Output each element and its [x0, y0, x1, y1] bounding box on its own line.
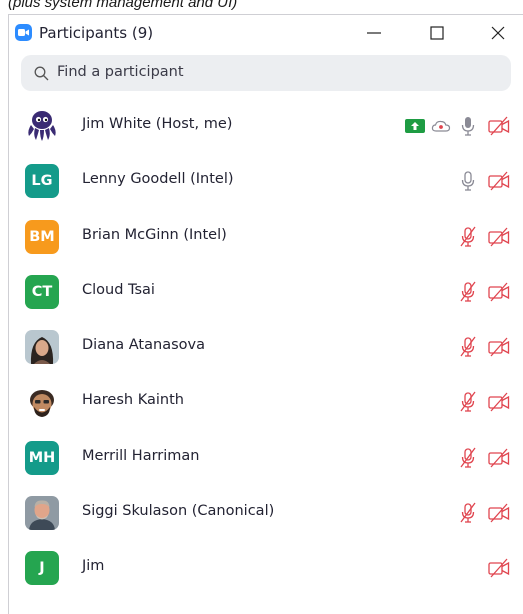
video-off-icon[interactable] [487, 335, 511, 363]
title-bar[interactable]: Participants (9) [9, 15, 523, 51]
video-off-icon[interactable] [487, 169, 511, 197]
video-off-icon[interactable] [487, 114, 511, 142]
screen-share-icon[interactable] [405, 114, 425, 142]
initials-avatar: J [25, 551, 59, 586]
participant-name: Brian McGinn (Intel) [82, 226, 227, 243]
microphone-muted-icon[interactable] [459, 501, 477, 529]
octopus-avatar [25, 109, 59, 143]
microphone-muted-icon[interactable] [459, 225, 477, 253]
participant-row[interactable]: J Jim [9, 541, 523, 596]
participant-row[interactable]: Siggi Skulason (Canonical) [9, 486, 523, 541]
video-off-icon[interactable] [487, 446, 511, 474]
participant-name: Haresh Kainth [82, 392, 184, 409]
maximize-button[interactable] [414, 19, 460, 47]
participant-row[interactable]: Haresh Kainth [9, 375, 523, 430]
participant-name: Cloud Tsai [82, 281, 155, 298]
search-placeholder: Find a participant [57, 64, 184, 80]
participant-row[interactable]: BM Brian McGinn (Intel) [9, 210, 523, 265]
photo-avatar [25, 496, 59, 531]
participant-list: Jim White (Host, me) LG Lenny Goodell (I… [9, 99, 523, 597]
cloud-recording-icon [431, 114, 451, 142]
video-off-icon[interactable] [487, 280, 511, 308]
participant-row[interactable]: MH Merrill Harriman [9, 431, 523, 486]
close-button[interactable] [475, 19, 521, 47]
participant-row[interactable]: Diana Atanasova [9, 320, 523, 375]
participant-name: Jim [82, 558, 105, 575]
microphone-icon[interactable] [459, 114, 477, 142]
video-off-icon[interactable] [487, 556, 511, 584]
search-icon [34, 66, 49, 81]
participant-name: Siggi Skulason (Canonical) [82, 503, 275, 520]
video-off-icon[interactable] [487, 501, 511, 529]
participant-row[interactable]: LG Lenny Goodell (Intel) [9, 154, 523, 209]
microphone-muted-icon[interactable] [459, 446, 477, 474]
minimize-button[interactable] [351, 19, 397, 47]
microphone-muted-icon[interactable] [459, 335, 477, 363]
participant-name: Lenny Goodell (Intel) [82, 171, 234, 188]
participant-name: Jim White (Host, me) [82, 116, 233, 132]
microphone-muted-icon[interactable] [459, 390, 477, 418]
photo-avatar [25, 330, 59, 365]
initials-avatar: MH [25, 440, 59, 475]
maximize-icon [430, 26, 444, 40]
memoji-avatar [25, 385, 59, 420]
participant-row[interactable]: CT Cloud Tsai [9, 265, 523, 320]
initials-avatar: BM [25, 219, 59, 254]
participant-name: Merrill Harriman [82, 447, 200, 464]
participant-row[interactable]: Jim White (Host, me) [9, 99, 523, 154]
search-input[interactable]: Find a participant [21, 55, 511, 91]
zoom-app-icon [15, 24, 32, 41]
initials-avatar: LG [25, 164, 59, 199]
video-off-icon[interactable] [487, 225, 511, 253]
window-title: Participants (9) [39, 24, 154, 42]
close-icon [491, 26, 505, 40]
participants-window: Participants (9) Find a participant Jim … [8, 14, 523, 614]
participant-name: Diana Atanasova [82, 337, 205, 354]
microphone-muted-icon[interactable] [459, 280, 477, 308]
video-off-icon[interactable] [487, 390, 511, 418]
microphone-icon[interactable] [459, 169, 477, 197]
initials-avatar: CT [25, 274, 59, 309]
caption-text: (plus system management and UI) [8, 0, 238, 11]
minimize-icon [367, 32, 381, 34]
